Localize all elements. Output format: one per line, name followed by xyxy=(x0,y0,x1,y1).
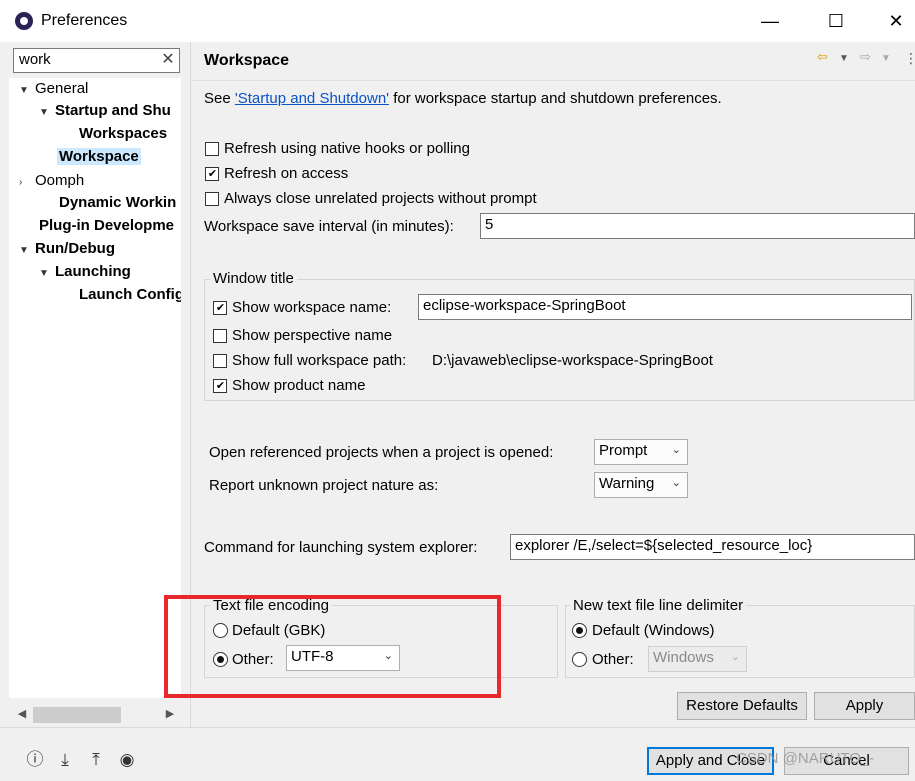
show-workspace-name-checkbox[interactable] xyxy=(213,301,227,315)
show-product-label: Show product name xyxy=(232,377,366,394)
delimiter-other-label: Other: xyxy=(592,651,634,668)
import-icon[interactable]: ⤓ xyxy=(54,749,76,771)
explorer-command-input[interactable]: explorer /E,/select=${selected_resource_… xyxy=(510,534,915,560)
show-workspace-name-label: Show workspace name: xyxy=(232,299,392,316)
maximize-icon[interactable]: ☐ xyxy=(818,8,854,34)
always-close-label: Always close unrelated projects without … xyxy=(224,190,537,207)
minimize-icon[interactable]: — xyxy=(752,8,788,34)
explorer-command-label: Command for launching system explorer: xyxy=(204,539,478,556)
full-path-value: D:\javaweb\eclipse-workspace-SpringBoot xyxy=(432,352,713,369)
save-interval-input[interactable]: 5 xyxy=(480,213,915,239)
chevron-down-icon[interactable]: ▼ xyxy=(19,240,35,262)
window-title: Preferences xyxy=(41,12,128,29)
forward-menu-icon[interactable]: ▼ xyxy=(881,53,891,75)
see-startup-text: See 'Startup and Shutdown' for workspace… xyxy=(204,90,722,107)
tree-item-workspaces[interactable]: Workspaces xyxy=(79,123,167,146)
window-title-group-label: Window title xyxy=(210,270,297,287)
scroll-left-icon[interactable]: ◀ xyxy=(12,704,32,724)
apply-button[interactable]: Apply xyxy=(814,692,915,720)
tree-item-general[interactable]: ▼ General xyxy=(19,78,88,101)
forward-arrow-icon[interactable]: ⇨ xyxy=(860,49,871,71)
delimiter-select[interactable]: Windows ⌄ xyxy=(648,646,747,672)
tree-item-launching[interactable]: ▼ Launching xyxy=(39,261,131,284)
scroll-right-icon[interactable]: ▶ xyxy=(160,704,180,724)
report-nature-select[interactable]: Warning ⌄ xyxy=(594,472,688,498)
chevron-right-icon[interactable]: › xyxy=(19,172,35,194)
chevron-down-icon: ⌄ xyxy=(730,651,740,663)
oomph-record-icon[interactable]: ◉ xyxy=(116,749,138,771)
filter-input[interactable]: work xyxy=(13,48,180,73)
open-ref-label: Open referenced projects when a project … xyxy=(209,444,554,461)
delimiter-default-radio[interactable] xyxy=(572,623,587,638)
delimiter-default-label: Default (Windows) xyxy=(592,622,715,639)
chevron-down-icon: ⌄ xyxy=(671,477,681,489)
tree-item-rundebug[interactable]: ▼ Run/Debug xyxy=(19,238,115,261)
close-icon[interactable]: ✕ xyxy=(878,8,914,34)
startup-shutdown-link[interactable]: 'Startup and Shutdown' xyxy=(235,90,389,107)
delimiter-group-label: New text file line delimiter xyxy=(570,597,747,614)
watermark: CSDN @NARUTO_- xyxy=(736,750,875,767)
clear-filter-icon[interactable]: ✕ xyxy=(158,49,178,71)
tree-item-startup[interactable]: ▼ Startup and Shu xyxy=(39,100,171,123)
footer-divider xyxy=(0,727,915,728)
refresh-native-label: Refresh using native hooks or polling xyxy=(224,140,470,157)
refresh-access-checkbox[interactable] xyxy=(205,167,219,181)
workspace-name-input[interactable]: eclipse-workspace-SpringBoot xyxy=(418,294,912,320)
highlight-rectangle xyxy=(164,595,501,698)
chevron-down-icon[interactable]: ▼ xyxy=(39,263,55,285)
chevron-down-icon[interactable]: ▼ xyxy=(39,102,55,124)
export-icon[interactable]: ⤒ xyxy=(85,749,107,771)
back-menu-icon[interactable]: ▼ xyxy=(839,53,849,75)
preference-tree: ▼ General ▼ Startup and Shu Workspaces Wor… xyxy=(9,78,181,698)
always-close-checkbox[interactable] xyxy=(205,192,219,206)
chevron-down-icon: ⌄ xyxy=(671,444,681,456)
refresh-access-label: Refresh on access xyxy=(224,165,349,182)
back-arrow-icon[interactable]: ⇦ xyxy=(817,49,828,71)
save-interval-label: Workspace save interval (in minutes): xyxy=(204,218,454,235)
eclipse-app-icon xyxy=(15,12,33,30)
show-full-path-checkbox[interactable] xyxy=(213,354,227,368)
delimiter-other-radio[interactable] xyxy=(572,652,587,667)
show-product-checkbox[interactable] xyxy=(213,379,227,393)
restore-defaults-button[interactable]: Restore Defaults xyxy=(677,692,807,720)
view-menu-icon[interactable]: ⋮ xyxy=(904,50,915,72)
tree-item-oomph[interactable]: › Oomph xyxy=(19,170,84,193)
tree-item-workspace[interactable]: Workspace xyxy=(57,146,141,169)
refresh-native-checkbox[interactable] xyxy=(205,142,219,156)
help-icon[interactable]: ⓘ xyxy=(24,749,46,771)
report-nature-label: Report unknown project nature as: xyxy=(209,477,439,494)
scrollbar-thumb[interactable] xyxy=(33,707,121,723)
tree-item-dynamic[interactable]: Dynamic Workin xyxy=(59,192,176,215)
chevron-down-icon[interactable]: ▼ xyxy=(19,80,35,102)
tree-item-plugin[interactable]: Plug-in Developme xyxy=(39,215,174,238)
show-perspective-label: Show perspective name xyxy=(232,327,393,344)
header-separator xyxy=(192,80,915,81)
show-full-path-label: Show full workspace path: xyxy=(232,352,407,369)
open-ref-select[interactable]: Prompt ⌄ xyxy=(594,439,688,465)
show-perspective-checkbox[interactable] xyxy=(213,329,227,343)
page-title: Workspace xyxy=(204,52,290,69)
tree-item-launch-config[interactable]: Launch Config xyxy=(79,284,181,307)
